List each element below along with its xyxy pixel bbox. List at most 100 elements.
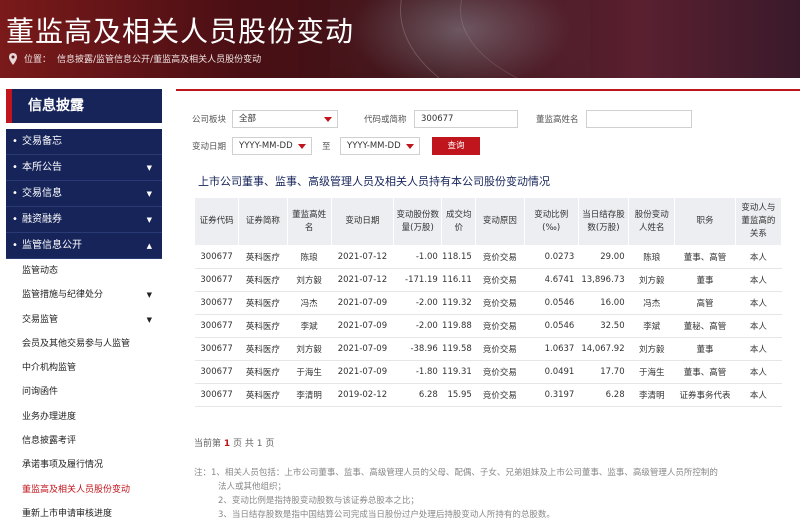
search-row-2: 变动日期 YYYY-MM-DD 至 YYYY-MM-DD 查询 <box>192 137 480 155</box>
pager-suffix: 页 <box>265 439 275 449</box>
sidebar-item[interactable]: • 交易备忘 <box>6 129 162 155</box>
note-line: 3、当日结存股数是指中国结算公司完成当日股份过户处理后持股变动人所持有的总股数。 <box>218 510 555 520</box>
table-cell: 2021-07-09 <box>331 291 394 315</box>
chevron-icon: ▼ <box>146 190 152 198</box>
sidebar-sub-item[interactable]: 监管动态 <box>6 259 162 283</box>
sidebar-item-label: 交易备忘 <box>22 136 62 147</box>
table-cell: 0.0273 <box>524 245 579 269</box>
director-name-input[interactable] <box>586 110 692 128</box>
table-cell: 陈琅 <box>287 245 332 269</box>
table-cell: 刘方毅 <box>287 268 332 292</box>
breadcrumb-path[interactable]: 信息披露/监管信息公开/董监高及相关人员股份变动 <box>57 52 261 65</box>
table-cell: -38.96 <box>393 337 442 361</box>
table-cell: -2.00 <box>393 291 442 315</box>
query-button[interactable]: 查询 <box>432 137 480 155</box>
table-row: 300677 英科医疗 陈琅 2021-07-12 -1.00 118.15 竞价交易 0.0… <box>194 245 782 269</box>
table-cell: 2021-07-09 <box>331 314 394 338</box>
pagination: 当前第 1 页 共 1 页 <box>194 436 274 449</box>
table-cell: 陈琅 <box>628 245 675 269</box>
sidebar-sub-item-label: 业务办理进度 <box>22 411 77 422</box>
sidebar-sub-item[interactable]: 承诺事项及履行情况 <box>6 453 162 477</box>
table-cell: 刘方毅 <box>287 337 332 361</box>
table-cell: -2.00 <box>393 314 442 338</box>
bullet-icon: • <box>12 162 18 173</box>
chevron-down-icon <box>298 144 306 149</box>
date-to-picker[interactable]: YYYY-MM-DD <box>340 137 420 155</box>
table-cell: 29.00 <box>578 245 629 269</box>
sidebar-item[interactable]: • 交易信息 ▼ <box>6 181 162 207</box>
table-row: 300677 英科医疗 于海生 2021-07-09 -1.80 119.31 竞价交易 0.… <box>194 360 782 384</box>
table-cell: 本人 <box>735 291 782 315</box>
sidebar-item[interactable]: • 监管信息公开 ▲ <box>6 233 162 259</box>
bullet-icon: • <box>12 188 18 199</box>
sidebar-sub-item-label: 承诺事项及履行情况 <box>22 460 104 471</box>
table-cell: 2019-02-12 <box>331 383 394 407</box>
sidebar-item[interactable]: • 融资融券 ▼ <box>6 207 162 233</box>
date-label: 变动日期 <box>192 142 227 152</box>
chevron-down-icon <box>324 117 332 122</box>
table-cell: 15.95 <box>441 383 476 407</box>
main-content: 公司板块 全部 代码或简称 300677 董监高姓名 变动日期 YYYY-MM-… <box>176 89 800 526</box>
table-cell: 竞价交易 <box>475 383 525 407</box>
table-cell: 116.11 <box>441 268 476 292</box>
column-header: 董监高姓名 <box>286 197 332 246</box>
date-from-picker[interactable]: YYYY-MM-DD <box>232 137 312 155</box>
sidebar-header: 信息披露 <box>6 89 162 123</box>
table-cell: 英科医疗 <box>238 383 287 407</box>
board-select-value: 全部 <box>239 114 257 124</box>
code-input[interactable]: 300677 <box>414 110 518 128</box>
banner-arc-inner <box>460 0 800 78</box>
sidebar-sub-item[interactable]: 会员及其他交易参与人监管 <box>6 332 162 356</box>
date-from-value: YYYY-MM-DD <box>239 141 293 151</box>
sidebar-sub-item[interactable]: 问询函件 <box>6 380 162 404</box>
table-cell: 刘方毅 <box>628 337 675 361</box>
chevron-icon: ▼ <box>146 216 152 224</box>
table-cell: 竞价交易 <box>475 337 525 361</box>
table-cell: 2021-07-09 <box>331 360 394 384</box>
table-cell: 119.88 <box>441 314 476 338</box>
sidebar-sub-item[interactable]: 董监高及相关人员股份变动 <box>6 478 162 502</box>
table-cell: 英科医疗 <box>238 314 287 338</box>
chevron-icon: ▼ <box>146 164 152 172</box>
sidebar-item[interactable]: • 本所公告 ▼ <box>6 155 162 181</box>
table-cell: 4.6741 <box>524 268 579 292</box>
table-cell: 本人 <box>735 268 782 292</box>
sidebar-sub-item[interactable]: 监管措施与纪律处分 ▼ <box>6 283 162 307</box>
table-cell: 英科医疗 <box>238 268 287 292</box>
table-cell: 119.58 <box>441 337 476 361</box>
table-cell: 14,067.92 <box>578 337 629 361</box>
location-label: 位置： <box>24 55 52 65</box>
table-cell: 0.0491 <box>524 360 579 384</box>
table-cell: -1.00 <box>393 245 442 269</box>
pager-total: 1 <box>256 439 263 449</box>
table-cell: 2021-07-12 <box>331 245 394 269</box>
sidebar-sub-item[interactable]: 重新上市申请审核进度 <box>6 502 162 526</box>
column-header: 当日结存股数(万股) <box>577 197 630 246</box>
pager-prefix: 当前第 <box>194 439 222 449</box>
sidebar-sub-item[interactable]: 业务办理进度 <box>6 405 162 429</box>
table-cell: -171.19 <box>393 268 442 292</box>
table-row: 300677 英科医疗 冯杰 2021-07-09 -2.00 119.32 竞价交易 0.0… <box>194 291 782 315</box>
chevron-icon: ▼ <box>146 315 152 324</box>
table-cell: 6.28 <box>393 383 442 407</box>
sidebar-sub-item[interactable]: 中介机构监管 <box>6 356 162 380</box>
table-cell: 32.50 <box>578 314 629 338</box>
table-cell: 竞价交易 <box>475 268 525 292</box>
table-cell: 本人 <box>735 337 782 361</box>
sidebar-sub-item[interactable]: 信息披露考评 <box>6 429 162 453</box>
board-select[interactable]: 全部 <box>232 110 338 128</box>
pager-current[interactable]: 1 <box>224 439 230 449</box>
table-cell: 于海生 <box>287 360 332 384</box>
table-cell: 300677 <box>194 337 239 361</box>
sidebar-item-label: 交易信息 <box>22 188 62 199</box>
table-cell: 李清明 <box>287 383 332 407</box>
sidebar-sub-item-label: 问询函件 <box>22 387 59 398</box>
column-header: 成交均价 <box>441 197 477 246</box>
sidebar-sub-nav: 监管动态监管措施与纪律处分 ▼ 交易监管 ▼ 会员及其他交易参与人监管 中介机构监管问询函… <box>6 259 162 526</box>
table-cell: 英科医疗 <box>238 360 287 384</box>
chevron-icon: ▲ <box>146 242 152 250</box>
sidebar-sub-item[interactable]: 交易监管 ▼ <box>6 308 162 332</box>
table-cell: 竞价交易 <box>475 314 525 338</box>
sidebar-sub-item-label: 监管动态 <box>22 266 59 276</box>
table-cell: 董事、高管 <box>674 360 736 384</box>
